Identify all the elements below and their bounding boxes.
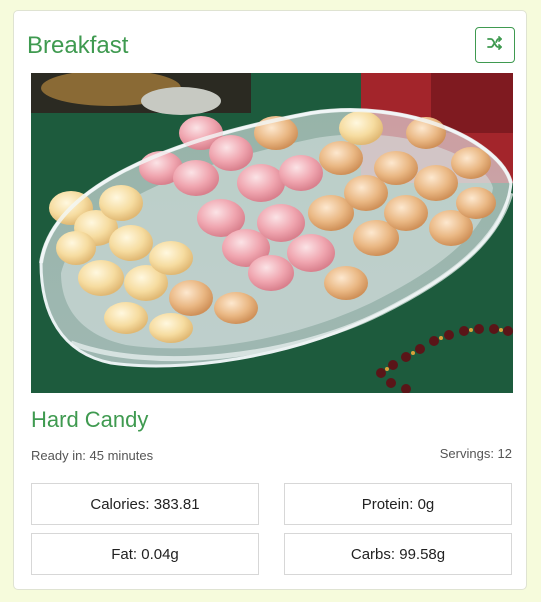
shuffle-icon — [487, 35, 503, 55]
recipe-card: Breakfast Hard Candy Ready in: 45 minute… — [13, 10, 527, 590]
meal-title: Breakfast — [27, 32, 129, 59]
servings-text: Servings: 12 — [439, 446, 512, 461]
recipe-name[interactable]: Hard Candy — [31, 407, 148, 433]
ready-in-text: Ready in: 45 minutes — [31, 448, 154, 463]
carbs-stat: Carbs: 99.58g — [284, 533, 512, 575]
protein-stat: Protein: 0g — [284, 483, 512, 525]
recipe-photo — [31, 73, 513, 393]
fat-stat: Fat: 0.04g — [31, 533, 259, 575]
shuffle-button[interactable] — [475, 27, 515, 63]
calories-stat: Calories: 383.81 — [31, 483, 259, 525]
